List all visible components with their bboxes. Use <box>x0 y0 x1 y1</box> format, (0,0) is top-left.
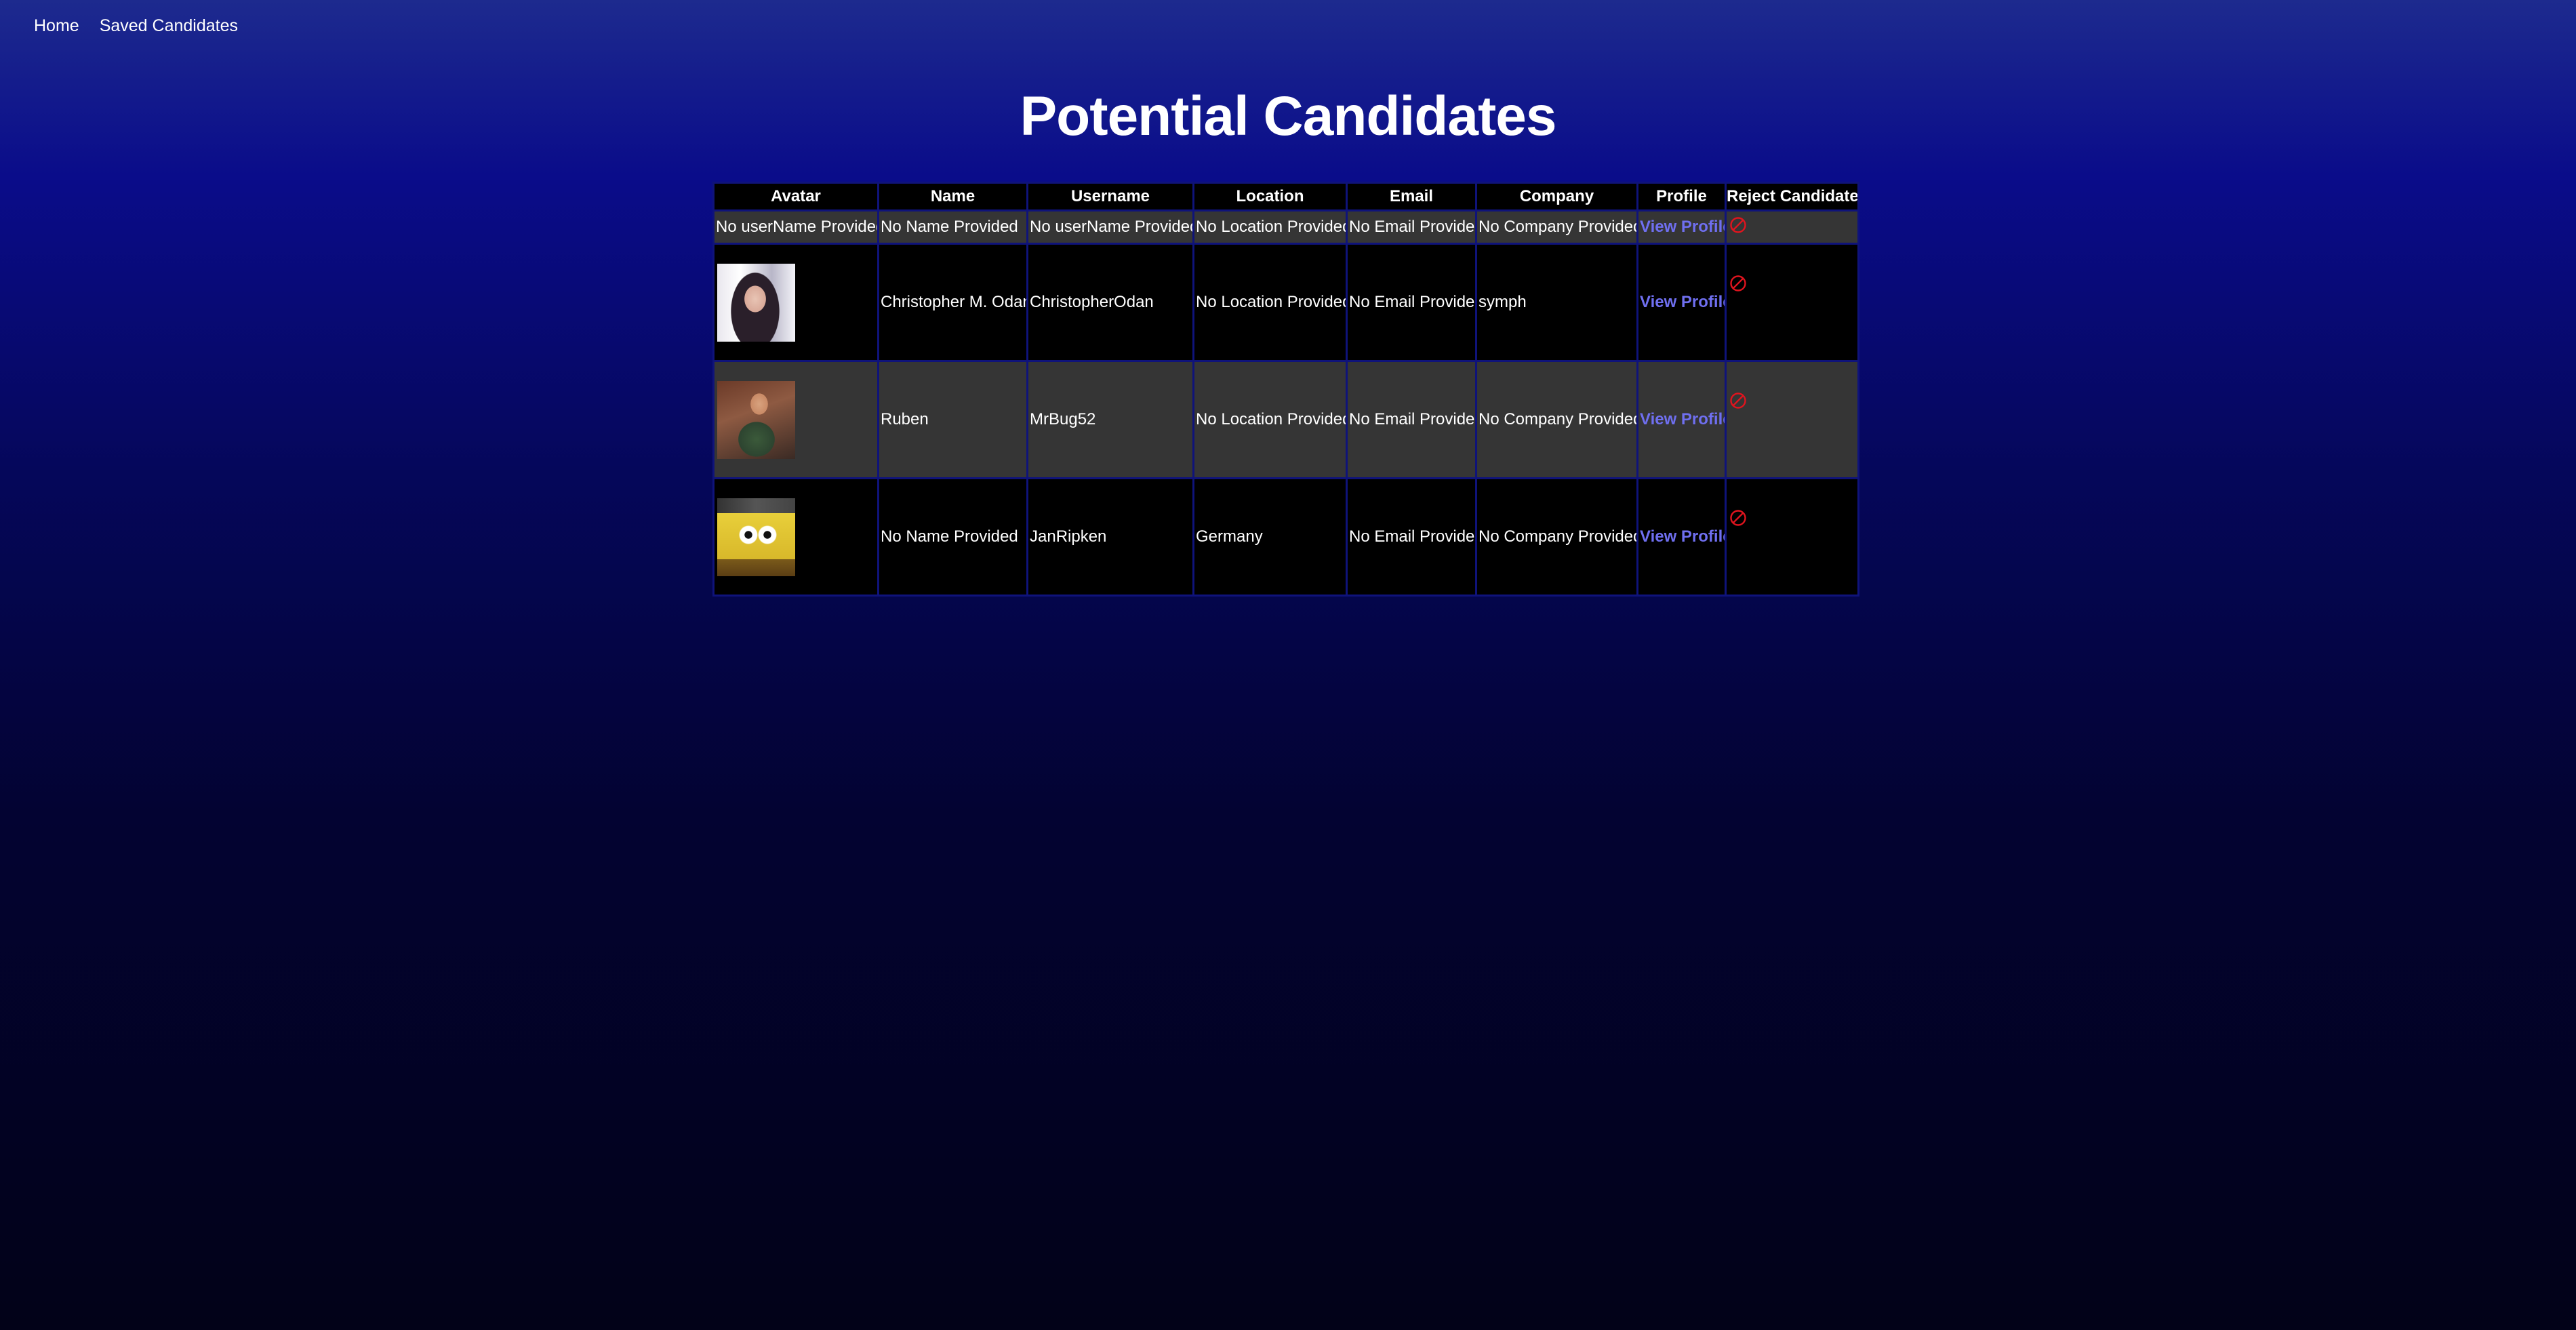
ban-icon[interactable] <box>1729 509 1747 527</box>
reject-cell <box>1727 362 1857 477</box>
email-cell: No Email Provided <box>1348 479 1475 595</box>
ban-icon[interactable] <box>1729 216 1747 234</box>
table-header: Avatar Name Username Location Email Comp… <box>715 184 1857 209</box>
email-cell: No Email Provided <box>1348 211 1475 243</box>
header-profile: Profile <box>1638 184 1725 209</box>
location-cell: Germany <box>1194 479 1346 595</box>
reject-cell <box>1727 211 1857 243</box>
nav-home-link[interactable]: Home <box>34 14 79 38</box>
nav-saved-candidates-link[interactable]: Saved Candidates <box>100 14 238 38</box>
avatar-cell <box>715 245 877 360</box>
table-row: No Name Provided JanRipken Germany No Em… <box>715 479 1857 595</box>
candidates-table: Avatar Name Username Location Email Comp… <box>712 182 1859 597</box>
view-profile-link[interactable]: View Profile <box>1640 218 1725 236</box>
reject-cell <box>1727 479 1857 595</box>
avatar-cell <box>715 479 877 595</box>
username-cell: JanRipken <box>1028 479 1192 595</box>
header-avatar: Avatar <box>715 184 877 209</box>
view-profile-link[interactable]: View Profile <box>1640 293 1725 311</box>
table-row: Christopher M. Odan ChristopherOdan No L… <box>715 245 1857 360</box>
company-cell: symph <box>1477 245 1636 360</box>
avatar <box>717 498 795 576</box>
page-title: Potential Candidates <box>1020 85 1556 147</box>
top-nav: Home Saved Candidates <box>34 14 238 38</box>
company-cell: No Company Provided <box>1477 479 1636 595</box>
location-cell: No Location Provided <box>1194 211 1346 243</box>
name-cell: No Name Provided <box>879 479 1026 595</box>
company-cell: No Company Provided <box>1477 362 1636 477</box>
header-username: Username <box>1028 184 1192 209</box>
name-cell: Ruben <box>879 362 1026 477</box>
reject-cell <box>1727 245 1857 360</box>
profile-cell: View Profile <box>1638 362 1725 477</box>
table-row: No userName Provided No Name Provided No… <box>715 211 1857 243</box>
location-cell: No Location Provided <box>1194 362 1346 477</box>
ban-icon[interactable] <box>1729 275 1747 292</box>
location-cell: No Location Provided <box>1194 245 1346 360</box>
username-cell: ChristopherOdan <box>1028 245 1192 360</box>
header-email: Email <box>1348 184 1475 209</box>
header-name: Name <box>879 184 1026 209</box>
profile-cell: View Profile <box>1638 211 1725 243</box>
email-cell: No Email Provided <box>1348 362 1475 477</box>
header-reject-candidate: Reject Candidate <box>1727 184 1857 209</box>
avatar-cell <box>715 362 877 477</box>
avatar <box>717 380 795 459</box>
profile-cell: View Profile <box>1638 479 1725 595</box>
ban-icon[interactable] <box>1729 392 1747 409</box>
table-body: No userName Provided No Name Provided No… <box>715 211 1857 595</box>
profile-cell: View Profile <box>1638 245 1725 360</box>
username-cell: No userName Provided <box>1028 211 1192 243</box>
company-cell: No Company Provided <box>1477 211 1636 243</box>
header-row: Avatar Name Username Location Email Comp… <box>715 184 1857 209</box>
header-company: Company <box>1477 184 1636 209</box>
view-profile-link[interactable]: View Profile <box>1640 410 1725 428</box>
email-cell: No Email Provided <box>1348 245 1475 360</box>
username-cell: MrBug52 <box>1028 362 1192 477</box>
name-cell: No Name Provided <box>879 211 1026 243</box>
avatar <box>717 263 795 342</box>
avatar-cell: No userName Provided <box>715 211 877 243</box>
view-profile-link[interactable]: View Profile <box>1640 527 1725 546</box>
name-cell: Christopher M. Odan <box>879 245 1026 360</box>
header-location: Location <box>1194 184 1346 209</box>
table-row: Ruben MrBug52 No Location Provided No Em… <box>715 362 1857 477</box>
